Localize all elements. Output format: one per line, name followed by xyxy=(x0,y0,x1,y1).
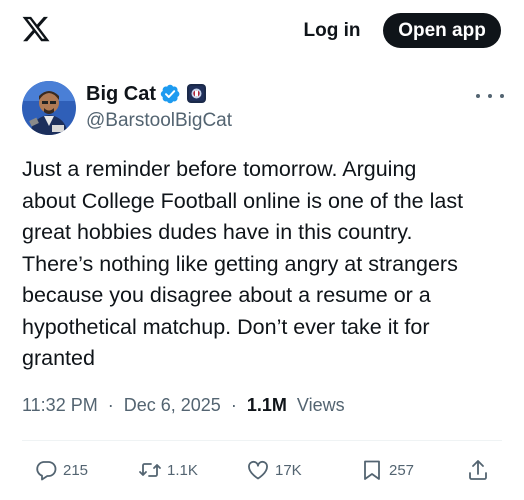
tweet-text: Just a reminder before tomorrow. Arguing… xyxy=(22,154,506,375)
affiliation-badge-icon[interactable] xyxy=(187,84,206,103)
more-dot xyxy=(500,94,504,98)
repost-icon xyxy=(139,463,161,477)
more-dot xyxy=(488,94,492,98)
tweet-text-line: There’s nothing like getting angry at st… xyxy=(22,251,458,276)
reply-icon xyxy=(36,461,57,481)
display-name[interactable]: Big Cat xyxy=(86,82,156,106)
verified-badge-icon xyxy=(160,84,180,104)
tweet-text-line: granted xyxy=(22,346,95,370)
tweet-meta: 11:32 PM · Dec 6, 2025 · 1.1M Views xyxy=(22,393,345,417)
open-app-button[interactable]: Open app xyxy=(383,13,501,48)
top-bar: Log in Open app xyxy=(0,0,524,62)
tweet-text-line: because you disagree about a resume or a xyxy=(22,283,431,307)
tweet-text-line: Just a reminder before tomorrow. Arguing xyxy=(22,157,417,181)
views-label: Views xyxy=(296,395,345,415)
like-button[interactable]: 17K xyxy=(246,454,302,486)
x-logo-icon[interactable] xyxy=(20,14,52,44)
repost-count: 1.1K xyxy=(167,461,198,479)
tweet-text-line: about College Football online is one of … xyxy=(22,188,464,213)
share-button[interactable] xyxy=(466,454,490,486)
more-options-icon[interactable] xyxy=(476,88,504,104)
views-count: 1.1M xyxy=(246,395,287,415)
more-dot xyxy=(476,94,480,98)
tweet-text-line: great hobbies dudes have in this country… xyxy=(22,220,413,244)
meta-separator: · xyxy=(230,395,237,415)
user-handle[interactable]: @BarstoolBigCat xyxy=(86,109,232,133)
meta-separator: · xyxy=(107,395,114,415)
login-button[interactable]: Log in xyxy=(300,14,364,48)
tweet-text-line: hypothetical matchup. Don’t ever take it… xyxy=(22,314,430,339)
like-count: 17K xyxy=(275,461,302,479)
tweet-page: Log in Open app Big Cat @BarstoolBigCat … xyxy=(0,0,524,500)
tweet-date[interactable]: Dec 6, 2025 xyxy=(124,395,221,415)
heart-icon xyxy=(248,460,268,480)
repost-button[interactable]: 1.1K xyxy=(138,454,198,486)
reply-button[interactable]: 215 xyxy=(34,454,88,486)
avatar[interactable] xyxy=(22,81,76,135)
bookmark-icon xyxy=(364,460,380,480)
bookmark-count: 257 xyxy=(389,461,415,479)
tweet-time[interactable]: 11:32 PM xyxy=(22,395,98,415)
bookmark-button[interactable]: 257 xyxy=(360,454,414,486)
reply-count: 215 xyxy=(63,461,89,479)
avatar-photo xyxy=(22,81,76,135)
divider xyxy=(22,440,502,441)
share-icon xyxy=(469,460,487,480)
